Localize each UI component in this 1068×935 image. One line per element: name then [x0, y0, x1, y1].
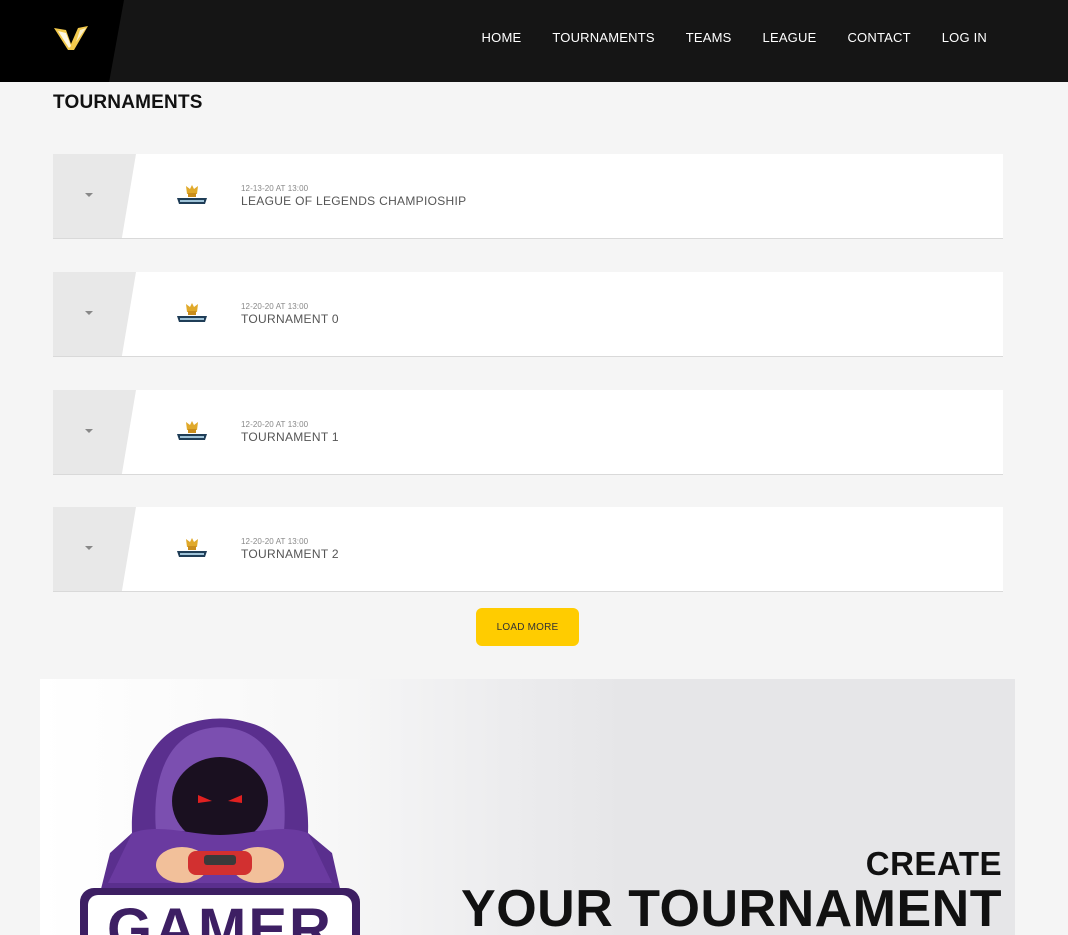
page-title: TOURNAMENTS [53, 92, 203, 113]
tournament-name[interactable]: TOURNAMENT 2 [241, 547, 339, 561]
tournament-name[interactable]: LEAGUE OF LEGENDS CHAMPIOSHIP [241, 194, 466, 208]
chevron-down-icon[interactable] [85, 429, 93, 433]
create-tournament-banner: GAMER CREATE YOUR TOURNAMENT [40, 679, 1015, 935]
tournament-logo-icon [177, 185, 207, 204]
nav-teams[interactable]: TEAMS [686, 30, 732, 45]
tournament-date: 12-20-20 AT 13:00 [241, 420, 309, 429]
gamer-wordmark: GAMER [107, 897, 333, 935]
nav-tournaments[interactable]: TOURNAMENTS [552, 30, 654, 45]
tournament-logo-icon [177, 538, 207, 557]
promo-title: YOUR TOURNAMENT [461, 880, 1002, 935]
top-navigation-bar: HOME TOURNAMENTS TEAMS LEAGUE CONTACT LO… [0, 0, 1068, 82]
tournament-card[interactable]: 12-20-20 AT 13:00 TOURNAMENT 2 [53, 507, 1003, 592]
main-nav: HOME TOURNAMENTS TEAMS LEAGUE CONTACT LO… [451, 30, 987, 45]
nav-home[interactable]: HOME [482, 30, 522, 45]
chevron-down-icon[interactable] [85, 546, 93, 550]
expand-toggle[interactable] [53, 154, 136, 238]
expand-toggle[interactable] [53, 272, 136, 356]
promo-subtitle: CREATE [865, 845, 1002, 882]
gamer-mascot-icon: GAMER [80, 718, 360, 935]
tournament-card[interactable]: 12-20-20 AT 13:00 TOURNAMENT 0 [53, 272, 1003, 357]
tournament-date: 12-13-20 AT 13:00 [241, 184, 309, 193]
tournament-logo-icon [177, 303, 207, 322]
chevron-down-icon[interactable] [85, 193, 93, 197]
tournament-date: 12-20-20 AT 13:00 [241, 537, 309, 546]
tournament-name[interactable]: TOURNAMENT 1 [241, 430, 339, 444]
tournament-name[interactable]: TOURNAMENT 0 [241, 312, 339, 326]
expand-toggle[interactable] [53, 507, 136, 591]
tournament-date: 12-20-20 AT 13:00 [241, 302, 309, 311]
load-more-button[interactable]: LOAD MORE [476, 608, 579, 646]
nav-contact[interactable]: CONTACT [847, 30, 910, 45]
chevron-down-icon[interactable] [85, 311, 93, 315]
tournament-logo-icon [177, 421, 207, 440]
tournament-card[interactable]: 12-13-20 AT 13:00 LEAGUE OF LEGENDS CHAM… [53, 154, 1003, 239]
brand-logo-icon[interactable] [52, 24, 90, 52]
nav-login[interactable]: LOG IN [942, 30, 987, 45]
nav-league[interactable]: LEAGUE [763, 30, 817, 45]
tournament-card[interactable]: 12-20-20 AT 13:00 TOURNAMENT 1 [53, 390, 1003, 475]
expand-toggle[interactable] [53, 390, 136, 474]
